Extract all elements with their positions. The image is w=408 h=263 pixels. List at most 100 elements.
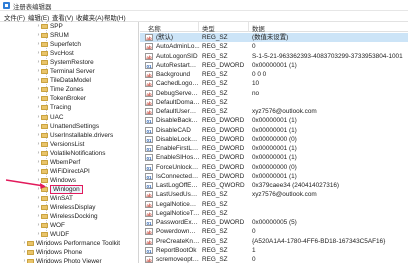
value-row[interactable]: 01 DisableLockW... REG_DWORD 0x00000000 (0) [140, 135, 408, 144]
value-name: Background [156, 71, 191, 78]
tree-item[interactable]: › WiFiDirectAPI [36, 167, 138, 176]
tree-item-label: WUDF [50, 231, 70, 239]
menu-favorites[interactable]: 收藏夹(A) [76, 13, 104, 22]
value-type: REG_SZ [202, 228, 228, 236]
tree-item[interactable]: › Windows Performance Toolkit [22, 239, 138, 248]
value-row[interactable]: ab (默认) REG_SZ (数值未设置) [140, 33, 408, 43]
value-name: PowerdownAft... [156, 228, 200, 236]
value-data: (数值未设置) [252, 34, 289, 41]
tree-item[interactable]: › TokenBroker [36, 94, 138, 103]
key-tree[interactable]: › SPP › SRUM › Superfetch › SvcHost › SystemResto… [0, 22, 139, 263]
value-name: EnableSIHost... [156, 154, 200, 162]
tree-item[interactable]: › Time Zones [36, 85, 138, 94]
tree-item-label: UserInstallable.drivers [50, 131, 114, 139]
folder-icon [41, 78, 48, 84]
folder-icon [41, 24, 48, 29]
tree-item[interactable]: › WUDF [36, 230, 138, 239]
value-name: (默认) [156, 34, 174, 41]
binary-value-icon: 01 [145, 172, 153, 180]
value-row[interactable]: 01 DisableCAD REG_DWORD 0x00000001 (1) [140, 126, 408, 135]
tree-item[interactable]: › VersionsList [36, 140, 138, 149]
window-title: 注册表编辑器 [13, 3, 52, 11]
folder-icon [41, 123, 48, 129]
value-row[interactable]: ab LegalNoticeText REG_SZ [140, 209, 408, 218]
value-row[interactable]: 01 ForceUnlockL... REG_DWORD 0x00000000 (0) [140, 163, 408, 172]
tree-item[interactable]: › Windows Phone [22, 248, 138, 257]
tree-item[interactable]: › UnattendSettings [36, 122, 138, 131]
value-name: EnableFirstLog... [156, 145, 200, 152]
tree-item[interactable]: › Terminal Server [36, 67, 138, 76]
value-list[interactable]: 名称 类型 数据 ab (默认) REG_SZ (数值未设置) ab AutoAdminL… [140, 22, 408, 263]
column-divider[interactable] [198, 22, 199, 32]
column-data-header[interactable]: 数据 [252, 24, 265, 33]
menu-file[interactable]: 文件(F) [4, 13, 25, 22]
value-row[interactable]: 01 LastLogOffEnd... REG_QWORD 0x379caee34 (… [140, 181, 408, 190]
tree-item[interactable]: › SvcHost [36, 49, 138, 58]
tree-item-label: WirelessDisplay [50, 204, 96, 211]
tree-item[interactable]: › UserInstallable.drivers [36, 131, 138, 140]
value-row[interactable]: ab DefaultDomai... REG_SZ [140, 98, 408, 107]
value-row[interactable]: ab scremoveoption REG_SZ 0 [140, 255, 408, 263]
value-type: REG_SZ [202, 209, 228, 217]
value-type: REG_SZ [202, 89, 228, 97]
tree-item-label: TokenBroker [50, 95, 86, 103]
value-type: REG_SZ [202, 108, 228, 115]
tree-item[interactable]: › Winlogon [36, 184, 138, 194]
folder-icon [41, 60, 48, 66]
value-row[interactable]: ab DebugServerC... REG_SZ no [140, 89, 408, 98]
tree-item-label: WirelessDocking [50, 213, 98, 221]
value-name: DebugServerC... [156, 89, 200, 97]
tree-item[interactable]: › SystemRestore [36, 58, 138, 67]
string-value-icon: ab [145, 98, 153, 106]
tree-item[interactable]: › UAC [36, 113, 138, 122]
value-row[interactable]: ab DefaultUserNa... REG_SZ xyz7576@outlook.… [140, 107, 408, 116]
tree-item[interactable]: › WirelessDocking [36, 212, 138, 221]
value-row[interactable]: 01 ReportBootOk REG_SZ 1 [140, 246, 408, 255]
value-row[interactable]: ab LegalNoticeCa... REG_SZ [140, 200, 408, 209]
tree-item[interactable]: › Tracing [36, 103, 138, 112]
column-type-header[interactable]: 类型 [202, 24, 215, 33]
column-name-header[interactable]: 名称 [148, 24, 161, 33]
value-name: LastUsedUser... [156, 191, 200, 199]
value-row[interactable]: ab Background REG_SZ 0 0 0 [140, 70, 408, 79]
value-row[interactable]: 01 IsConnectedA... REG_DWORD 0x00000001 (1) [140, 172, 408, 181]
value-row[interactable]: 01 EnableFirstLog... REG_DWORD 0x00000001 (… [140, 144, 408, 153]
tree-item[interactable]: › TileDataModel [36, 76, 138, 85]
value-data: 10 [252, 80, 260, 88]
value-row[interactable]: ab AutoAdminLo... REG_SZ 0 [140, 42, 408, 51]
value-row[interactable]: ab PreCreateKno... REG_SZ {A520A1A4-1780-4F… [140, 237, 408, 246]
tree-item[interactable]: › VolatileNotifications [36, 149, 138, 158]
tree-item-label: WOF [50, 222, 65, 230]
tree-item[interactable]: › WirelessDisplay [36, 203, 138, 212]
value-row[interactable]: 01 AutoRestartSh... REG_DWORD 0x00000001 (1… [140, 61, 408, 70]
tree-item[interactable]: › WinSAT [36, 194, 138, 203]
tree-item-label: WiFiDirectAPI [50, 167, 90, 175]
tree-item[interactable]: › Windows [36, 176, 138, 185]
tree-item-label: Terminal Server [50, 68, 95, 76]
tree-item[interactable]: › Windows Photo Viewer [22, 257, 138, 263]
value-row[interactable]: ab LastUsedUser... REG_SZ xyz7576@outlook.c… [140, 190, 408, 199]
tree-item[interactable]: › WOF [36, 221, 138, 230]
value-type: REG_DWORD [202, 172, 245, 180]
value-type: REG_SZ [202, 200, 228, 208]
tree-item[interactable]: › Superfetch [36, 40, 138, 49]
menu-help[interactable]: 帮助(H) [104, 13, 126, 22]
tree-item[interactable]: › SPP [36, 22, 138, 31]
value-name: DefaultUserNa... [156, 108, 200, 115]
value-data: 0x379caee34 (240414027316) [252, 182, 340, 189]
column-divider[interactable] [248, 22, 249, 32]
value-name: ReportBootOk [156, 246, 197, 254]
value-row[interactable]: 01 DisableBackB... REG_DWORD 0x00000001 (1) [140, 116, 408, 125]
tree-item[interactable]: › SRUM [36, 31, 138, 40]
value-data: {A520A1A4-1780-4FF6-BD18-167343C5AF16} [252, 237, 386, 245]
value-row[interactable]: ab AutoLogonSID REG_SZ S-1-5-21-963362393-4… [140, 52, 408, 61]
tree-item[interactable]: › WbemPerf [36, 158, 138, 167]
value-row[interactable]: 01 PasswordExpir... REG_DWORD 0x00000005 (5… [140, 218, 408, 227]
value-row[interactable]: ab PowerdownAft... REG_SZ 0 [140, 227, 408, 236]
menu-view[interactable]: 查看(V) [52, 13, 73, 22]
value-row[interactable]: ab CachedLogon... REG_SZ 10 [140, 79, 408, 88]
value-row[interactable]: 01 EnableSIHost... REG_DWORD 0x00000001 (1) [140, 153, 408, 162]
value-name: DisableLockW... [156, 135, 200, 143]
value-data: 0x00000001 (1) [252, 172, 297, 180]
menu-edit[interactable]: 编辑(E) [28, 13, 49, 22]
